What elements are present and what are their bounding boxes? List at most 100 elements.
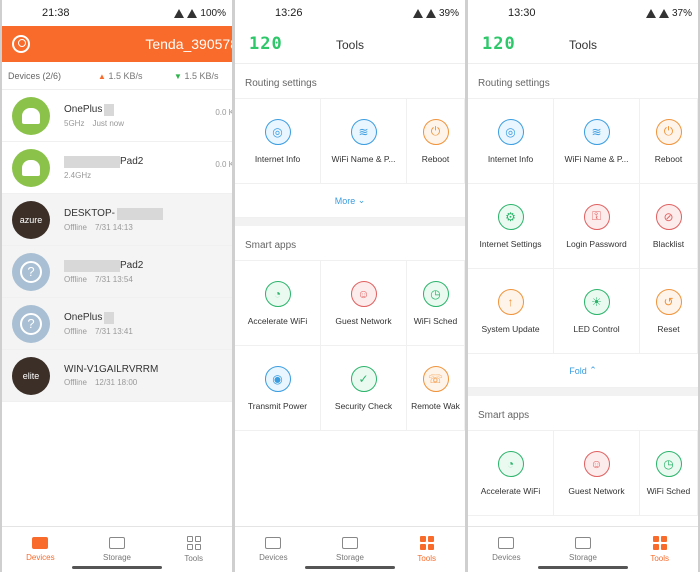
device-rate: 0.0 K [215, 108, 232, 117]
internet-info-button[interactable]: ◎ Internet Info [468, 99, 554, 184]
battery-text: 37% [671, 7, 692, 19]
status-time: 21:38 [42, 7, 70, 19]
wifi-schedule-button[interactable]: ◷ WiFi Sched [407, 261, 465, 346]
tools-screen-collapsed: 13:26 39% 120 Tools Routing settings ◎ In… [235, 0, 465, 572]
device-state: 12/31 18:00 [94, 378, 138, 387]
cell-signal-icon [658, 8, 669, 18]
guest-network-button[interactable]: ☺ Guest Network [554, 431, 640, 516]
blacklist-button[interactable]: ⊘ Blacklist [640, 184, 698, 269]
guest-user-icon: ☺ [583, 450, 610, 477]
storage-icon [342, 537, 358, 549]
device-band: 2.4GHz [64, 170, 92, 180]
device-row[interactable]: azure DESKTOP- Offline 7/31 14:13 [2, 194, 232, 246]
nav-tools[interactable]: Tools [155, 527, 232, 572]
transmit-power-button[interactable]: ◉ Transmit Power [235, 346, 321, 431]
nav-tools[interactable]: Tools [621, 527, 698, 572]
nav-devices[interactable]: Devices [468, 527, 545, 572]
nav-devices[interactable]: Devices [2, 527, 79, 572]
reset-button[interactable]: ↺ Reset [640, 269, 698, 354]
device-band: 5GHz [64, 118, 85, 128]
reboot-button[interactable]: ⏻ Reboot [640, 99, 698, 184]
nav-devices[interactable]: Devices [235, 527, 312, 572]
power-icon: ⏻ [422, 118, 449, 145]
device-avatar: azure [12, 200, 50, 239]
nav-tools[interactable]: Tools [388, 527, 465, 572]
battery-text: 100% [200, 7, 226, 19]
user-profile-icon[interactable] [12, 35, 30, 53]
download-rate: ▼ 1.5 KB/s [174, 70, 219, 81]
device-row[interactable]: elite WIN-V1GAILRVRRM Offline 12/31 18:00 [2, 350, 232, 402]
bottom-nav: Devices Storage Tools [235, 526, 465, 572]
login-password-button[interactable]: ⚿ Login Password [554, 184, 640, 269]
device-band: Offline [64, 222, 87, 232]
clock-icon: ◷ [422, 280, 449, 307]
system-update-button[interactable]: ↑ System Update [468, 269, 554, 354]
status-icons: 39% [412, 7, 459, 19]
monitor-icon [265, 537, 282, 549]
home-indicator [305, 566, 395, 569]
status-icons: 100% [174, 8, 226, 19]
clock-icon: ◷ [655, 450, 682, 477]
redacted-block [116, 207, 163, 220]
cell-signal-icon [187, 8, 198, 18]
tools-screen-expanded: 13:30 37% 120 Tools Routing settings ◎ In… [468, 0, 698, 572]
unknown-device-icon: ? [12, 304, 50, 343]
security-check-button[interactable]: ✓ Security Check [321, 346, 407, 431]
wifi-name-button[interactable]: ≋ WiFi Name & P... [554, 99, 640, 184]
smart-apps-label: Smart apps [478, 410, 530, 421]
guest-network-button[interactable]: ☺ Guest Network [321, 261, 407, 346]
led-control-button[interactable]: ☀ LED Control [554, 269, 640, 354]
score-logo[interactable]: 120 [249, 34, 283, 54]
monitor-icon [498, 537, 515, 549]
reboot-button[interactable]: ⏻ Reboot [407, 99, 465, 184]
device-name: Pad2 [120, 260, 144, 271]
device-list: OnePlus 5GHz Just now 0.0 K Pad2 2.4GHz 0… [2, 90, 232, 402]
device-row[interactable]: OnePlus 5GHz Just now 0.0 K [2, 90, 232, 142]
device-row[interactable]: ? OnePlus Offline 7/31 13:41 [2, 298, 232, 350]
app-header: Tenda_390578 [2, 26, 232, 62]
status-time: 13:26 [275, 7, 303, 19]
accelerate-wifi-button[interactable]: ◔ Accelerate WiFi [235, 261, 321, 346]
accelerate-wifi-button[interactable]: ◔ Accelerate WiFi [468, 431, 554, 516]
device-row[interactable]: ? Pad2 Offline 7/31 13:54 [2, 246, 232, 298]
device-name: OnePlus [64, 104, 103, 115]
router-name: Tenda_390578 [145, 36, 232, 52]
device-band: Offline [64, 274, 87, 284]
globe-icon: ◎ [264, 118, 291, 145]
redacted-block [64, 259, 120, 272]
wifi-schedule-button[interactable]: ◷ WiFi Sched [640, 431, 698, 516]
fold-button[interactable]: Fold ⌃ [468, 354, 698, 388]
tools-grid-icon [419, 536, 434, 550]
device-avatar: elite [12, 356, 50, 395]
device-name: WIN-V1GAILRVRRM [64, 364, 159, 375]
upload-arrow-icon: ▲ [98, 71, 106, 81]
more-button[interactable]: More ⌄ [235, 184, 465, 218]
device-state: 7/31 13:54 [94, 274, 133, 284]
internet-settings-button[interactable]: ⚙ Internet Settings [468, 184, 554, 269]
redacted-block [64, 155, 120, 168]
speedometer-icon: ◔ [264, 280, 291, 307]
download-arrow-icon: ▼ [174, 71, 182, 81]
wifi-signal-icon [174, 8, 185, 18]
status-bar: 13:26 39% [235, 0, 465, 26]
status-time: 13:30 [508, 7, 536, 19]
internet-info-button[interactable]: ◎ Internet Info [235, 99, 321, 184]
redacted-block [104, 103, 115, 116]
upload-rate: ▲ 1.5 KB/s [98, 70, 143, 81]
lock-icon: ⚿ [583, 203, 610, 230]
remote-wake-button[interactable]: ☏ Remote Wak [407, 346, 465, 431]
unknown-device-icon: ? [12, 252, 50, 291]
status-bar: 13:30 37% [468, 0, 698, 26]
device-row[interactable]: Pad2 2.4GHz 0.0 K [2, 142, 232, 194]
tools-grid-icon [652, 536, 667, 550]
globe-icon: ◎ [497, 118, 524, 145]
score-logo[interactable]: 120 [482, 34, 516, 54]
battery-text: 39% [438, 7, 459, 19]
speedometer-icon: ◔ [497, 450, 524, 477]
shield-check-icon: ✓ [350, 365, 377, 392]
wifi-name-button[interactable]: ≋ WiFi Name & P... [321, 99, 407, 184]
device-state: 7/31 14:13 [94, 222, 133, 232]
storage-icon [575, 537, 591, 549]
bottom-nav: Devices Storage Tools [468, 526, 698, 572]
tools-grid-icon [186, 536, 201, 550]
